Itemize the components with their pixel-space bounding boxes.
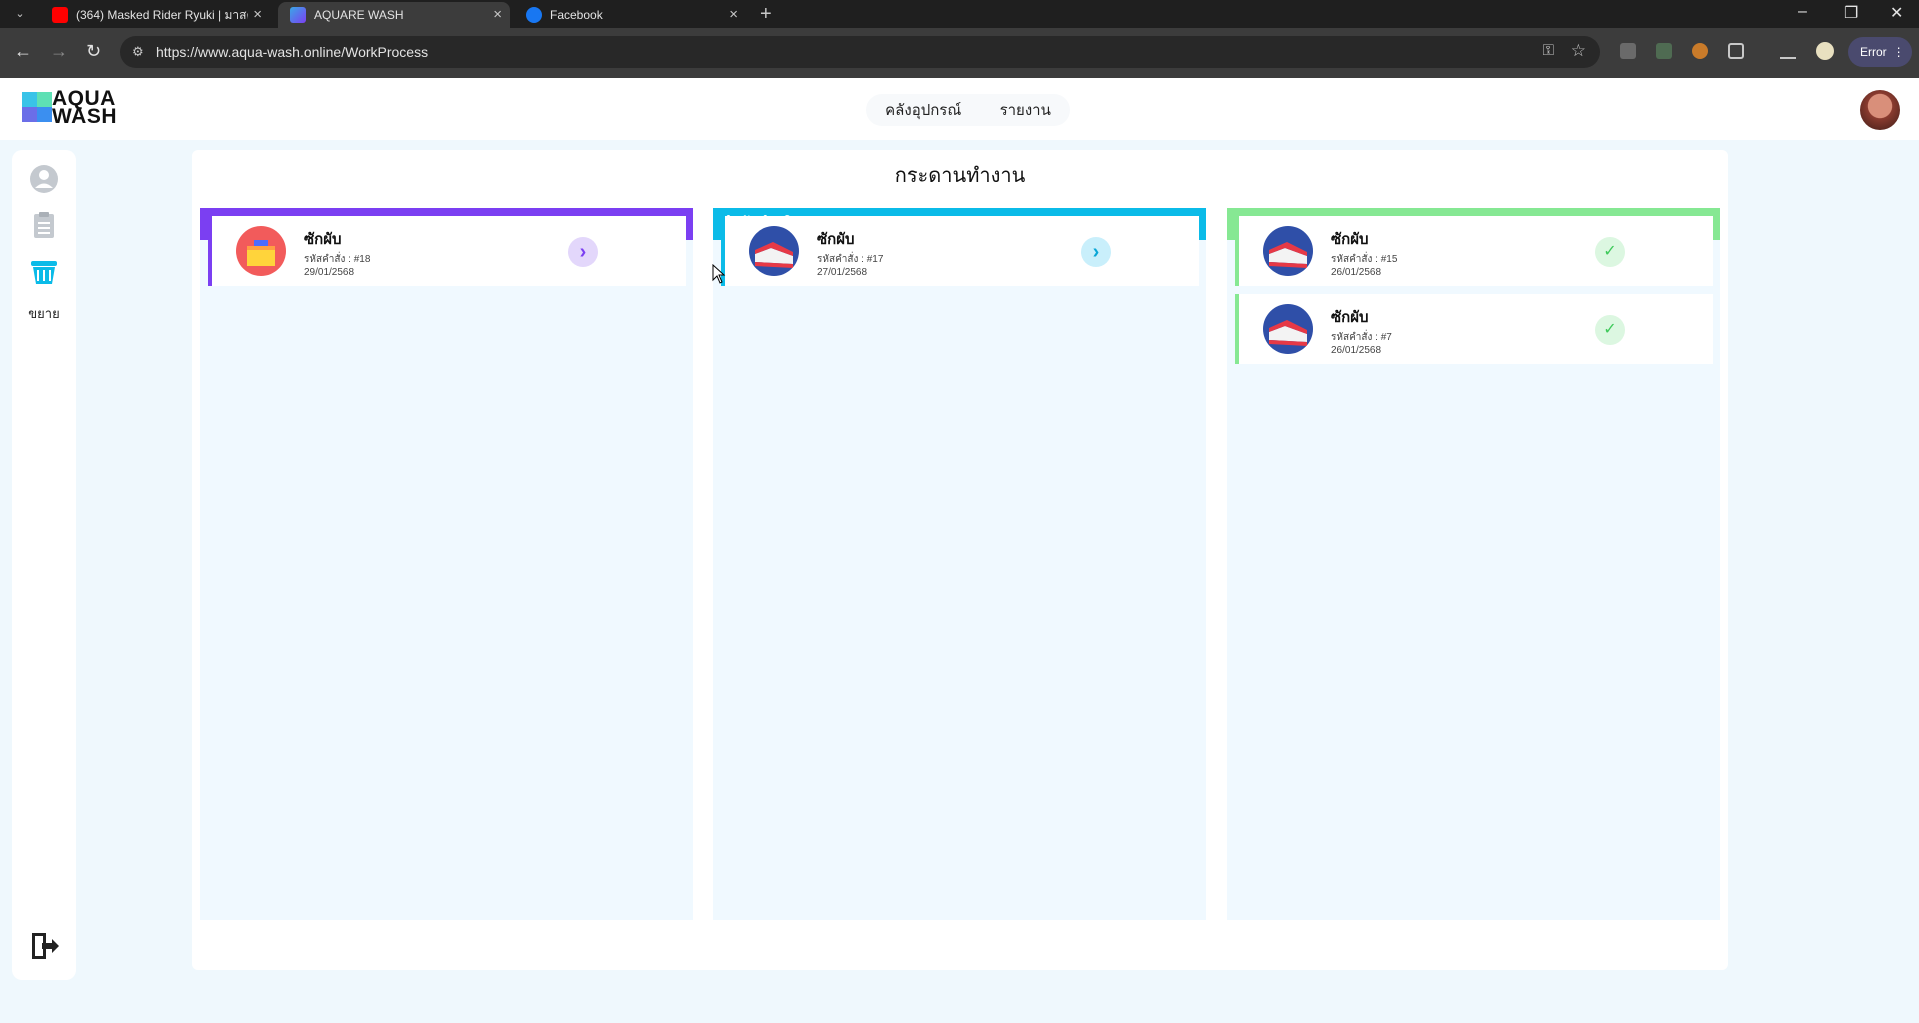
youtube-favicon-icon: [52, 7, 68, 23]
order-date: 26/01/2568: [1331, 267, 1382, 278]
clipboard-icon[interactable]: [29, 210, 59, 240]
mouse-cursor-icon: [712, 264, 726, 284]
tab-close-icon[interactable]: ×: [493, 6, 502, 23]
shoe-icon: [1263, 304, 1313, 354]
extension-bug-icon[interactable]: [1692, 43, 1708, 59]
browser-tab-youtube[interactable]: (364) Masked Rider Ryuki | มาสค์ ×: [40, 2, 270, 28]
order-code: รหัสคำสั่ง : #18: [304, 254, 371, 265]
tab-title: (364) Masked Rider Ryuki | มาสค์: [76, 7, 248, 22]
user-avatar[interactable]: [1860, 90, 1900, 130]
extensions-puzzle-icon[interactable]: [1728, 43, 1744, 59]
clothes-icon: [236, 226, 286, 276]
chevron-right-icon[interactable]: ›: [568, 237, 598, 267]
order-card[interactable]: ซักผับ รหัสคำสั่ง : #7 26/01/2568 ✓: [1235, 294, 1713, 364]
check-icon[interactable]: ✓: [1595, 237, 1625, 267]
new-tab-button[interactable]: +: [760, 2, 772, 26]
order-code: รหัสคำสั่ง : #17: [817, 254, 884, 265]
close-window-icon[interactable]: ✕: [1890, 3, 1903, 23]
tab-title: AQUARE WASH: [314, 8, 404, 22]
tab-close-icon[interactable]: ×: [729, 6, 738, 23]
logout-icon[interactable]: [28, 930, 60, 962]
tab-search-button[interactable]: ⌄: [6, 4, 34, 24]
address-bar[interactable]: ⚙ https://www.aqua-wash.online/WorkProce…: [120, 36, 1600, 68]
card-title: ซักผับ: [1331, 231, 1369, 248]
shoe-icon: [1263, 226, 1313, 276]
column-done: งาน ซักผับ รหัสคำสั่ง : #15 26/01/2568 ✓: [1227, 208, 1720, 920]
chevron-right-icon[interactable]: ›: [1081, 237, 1111, 267]
order-card[interactable]: ซักผับ รหัสคำสั่ง : #18 29/01/2568 ›: [208, 216, 686, 286]
order-card[interactable]: ซักผับ รหัสคำสั่ง : #15 26/01/2568 ✓: [1235, 216, 1713, 286]
aqua-wash-logo-icon: [22, 92, 52, 122]
column-in-progress: กำลังดำเนินการ ซักผับ รหัสคำสั่ง : #17 2…: [713, 208, 1206, 920]
site-info-icon[interactable]: ⚙: [132, 44, 144, 60]
check-icon[interactable]: ✓: [1595, 315, 1625, 345]
browser-tab-bar: ⌄ (364) Masked Rider Ryuki | มาสค์ × AQU…: [0, 0, 1919, 28]
sidebar: ขยาย: [12, 150, 76, 980]
shoe-icon: [749, 226, 799, 276]
tab-title: Facebook: [550, 8, 603, 22]
browser-tab-aquare-wash[interactable]: AQUARE WASH ×: [278, 2, 510, 28]
more-menu-icon[interactable]: ⋮: [1893, 45, 1905, 59]
back-icon[interactable]: ←: [14, 42, 32, 60]
work-board: กระดานทำงาน งาน ซักผับ รหัสคำสั่ง : #18 …: [192, 150, 1728, 970]
order-date: 27/01/2568: [817, 267, 868, 278]
downloads-icon[interactable]: [1780, 43, 1796, 59]
order-date: 29/01/2568: [304, 267, 355, 278]
order-code: รหัสคำสั่ง : #15: [1331, 254, 1398, 265]
forward-icon[interactable]: →: [50, 42, 68, 60]
nav-item-equipment[interactable]: คลังอุปกรณ์: [885, 98, 961, 122]
order-date: 26/01/2568: [1331, 345, 1382, 356]
extension-grid-icon[interactable]: [1656, 43, 1672, 59]
laundry-basket-icon[interactable]: [29, 256, 59, 286]
sidebar-item-label: ขยาย: [28, 306, 60, 321]
card-title: ซักผับ: [817, 231, 855, 248]
card-title: ซักผับ: [304, 231, 342, 248]
browser-toolbar: ← → ↻ ⚙ https://www.aqua-wash.online/Wor…: [0, 28, 1919, 78]
minimize-icon[interactable]: –: [1798, 3, 1807, 21]
password-key-icon[interactable]: ⚿: [1543, 42, 1554, 59]
logo-line-2: WASH: [52, 105, 117, 128]
order-card[interactable]: ซักผับ รหัสคำสั่ง : #17 27/01/2568 ›: [721, 216, 1199, 286]
user-icon[interactable]: [29, 164, 59, 194]
error-badge[interactable]: Error ⋮: [1848, 37, 1912, 67]
reload-icon[interactable]: ↻: [86, 42, 101, 60]
board-title: กระดานทำงาน: [894, 165, 1026, 187]
aquare-wash-favicon-icon: [290, 7, 306, 23]
tab-close-icon[interactable]: ×: [253, 6, 262, 23]
extension-c-icon[interactable]: [1620, 43, 1636, 59]
browser-tab-facebook[interactable]: Facebook ×: [514, 2, 746, 28]
profile-avatar-icon[interactable]: [1816, 42, 1834, 60]
card-title: ซักผับ: [1331, 309, 1369, 326]
order-code: รหัสคำสั่ง : #7: [1331, 332, 1392, 343]
facebook-favicon-icon: [526, 7, 542, 23]
restore-icon[interactable]: ❐: [1844, 3, 1858, 23]
app-logo-text[interactable]: AQUA WASH: [52, 88, 117, 128]
error-label: Error: [1860, 45, 1887, 59]
url-text[interactable]: https://www.aqua-wash.online/WorkProcess: [156, 44, 428, 60]
nav-item-report[interactable]: รายงาน: [1000, 98, 1051, 122]
bookmark-star-icon[interactable]: ☆: [1571, 41, 1586, 61]
top-navigation: คลังอุปกรณ์ รายงาน: [866, 94, 1070, 126]
column-todo: งาน ซักผับ รหัสคำสั่ง : #18 29/01/2568 ›: [200, 208, 693, 920]
app-header: AQUA WASH คลังอุปกรณ์ รายงาน: [0, 78, 1919, 140]
